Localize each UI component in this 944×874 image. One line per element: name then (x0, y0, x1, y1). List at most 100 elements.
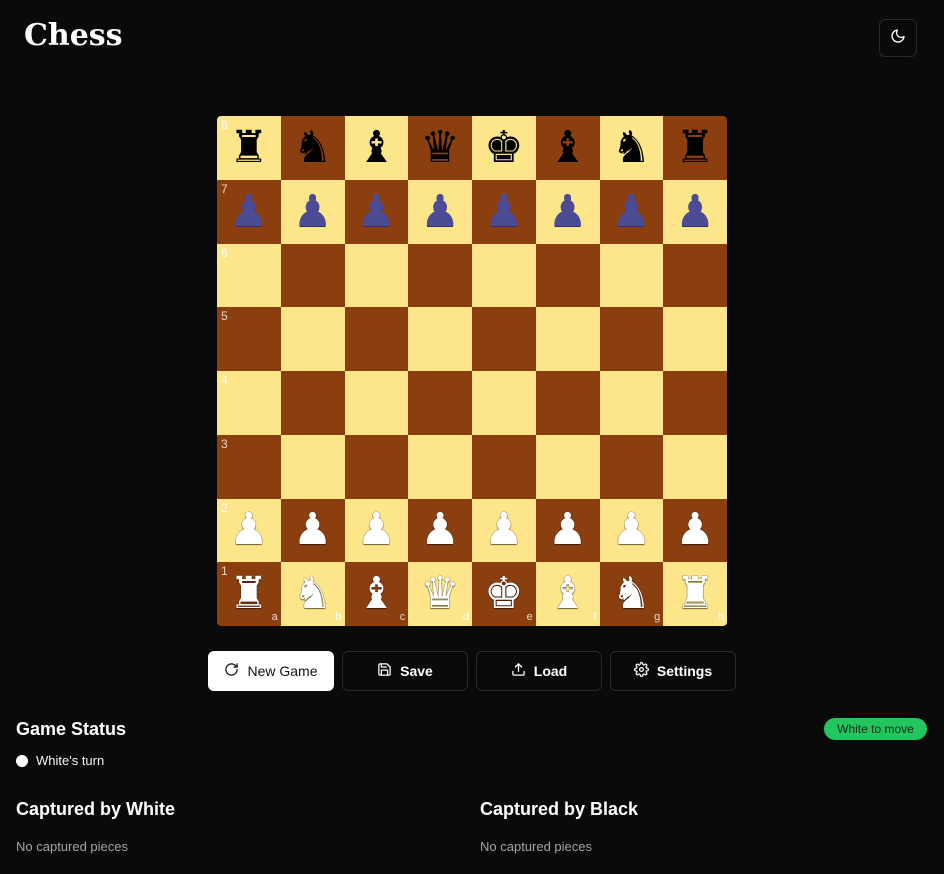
square-a3[interactable]: 3 (217, 434, 281, 499)
square-c4[interactable] (344, 371, 409, 435)
square-d8[interactable]: ♛ (408, 116, 472, 180)
square-h4[interactable] (663, 371, 727, 435)
white-bishop-icon[interactable]: ♝ (357, 572, 396, 616)
square-c3[interactable] (344, 434, 409, 499)
black-knight-icon[interactable]: ♞ (612, 125, 651, 170)
square-d6[interactable] (408, 243, 472, 308)
square-d5[interactable] (408, 307, 472, 371)
square-a1[interactable]: 1 a ♜ (217, 562, 281, 626)
black-pawn-icon[interactable]: ♟ (229, 189, 268, 234)
square-b2[interactable]: ♟ (280, 498, 345, 563)
square-e7[interactable]: ♟ (472, 179, 536, 244)
square-b1[interactable]: b ♞ (280, 562, 345, 626)
square-d4[interactable] (408, 371, 472, 435)
square-c5[interactable] (344, 307, 409, 371)
square-c1[interactable]: c ♝ (344, 562, 409, 626)
white-pawn-icon[interactable]: ♟ (357, 508, 396, 552)
square-d7[interactable]: ♟ (408, 179, 472, 244)
square-a4[interactable]: 4 (217, 371, 281, 435)
square-f5[interactable] (535, 307, 600, 371)
white-bishop-icon[interactable]: ♝ (548, 572, 587, 616)
black-pawn-icon[interactable]: ♟ (357, 189, 396, 234)
square-b5[interactable] (280, 307, 345, 371)
square-e4[interactable] (472, 371, 536, 435)
settings-button[interactable]: Settings (610, 651, 736, 691)
square-f4[interactable] (535, 371, 600, 435)
black-pawn-icon[interactable]: ♟ (293, 189, 332, 234)
black-pawn-icon[interactable]: ♟ (675, 189, 714, 234)
square-e2[interactable]: ♟ (472, 498, 536, 563)
black-queen-icon[interactable]: ♛ (420, 125, 459, 170)
square-c2[interactable]: ♟ (344, 498, 409, 563)
square-h3[interactable] (663, 434, 727, 499)
square-c6[interactable] (344, 243, 409, 308)
black-pawn-icon[interactable]: ♟ (484, 189, 523, 234)
black-rook-icon[interactable]: ♜ (229, 125, 268, 170)
square-h7[interactable]: ♟ (663, 179, 727, 244)
square-b8[interactable]: ♞ (280, 116, 345, 180)
square-e3[interactable] (472, 434, 536, 499)
square-g8[interactable]: ♞ (599, 116, 664, 180)
square-g7[interactable]: ♟ (599, 179, 664, 244)
black-pawn-icon[interactable]: ♟ (612, 189, 651, 234)
square-e6[interactable] (472, 243, 536, 308)
white-pawn-icon[interactable]: ♟ (293, 508, 332, 552)
square-g3[interactable] (599, 434, 664, 499)
square-e5[interactable] (472, 307, 536, 371)
square-f3[interactable] (535, 434, 600, 499)
square-g2[interactable]: ♟ (599, 498, 664, 563)
square-d3[interactable] (408, 434, 472, 499)
square-a6[interactable]: 6 (217, 243, 281, 308)
square-h1[interactable]: h ♜ (663, 562, 727, 626)
square-b6[interactable] (280, 243, 345, 308)
black-knight-icon[interactable]: ♞ (293, 125, 332, 170)
load-button[interactable]: Load (476, 651, 602, 691)
square-h2[interactable]: ♟ (663, 498, 727, 563)
square-e1[interactable]: e ♚ (472, 562, 536, 626)
white-knight-icon[interactable]: ♞ (293, 572, 332, 616)
square-f1[interactable]: f ♝ (535, 562, 600, 626)
square-a2[interactable]: 2 ♟ (217, 498, 281, 563)
white-rook-icon[interactable]: ♜ (229, 572, 268, 616)
square-b4[interactable] (280, 371, 345, 435)
white-pawn-icon[interactable]: ♟ (675, 508, 714, 552)
square-f8[interactable]: ♝ (535, 116, 600, 180)
square-d1[interactable]: d ♛ (408, 562, 472, 626)
black-pawn-icon[interactable]: ♟ (548, 189, 587, 234)
save-button[interactable]: Save (342, 651, 468, 691)
square-a5[interactable]: 5 (217, 307, 281, 371)
theme-toggle-button[interactable] (879, 19, 917, 57)
square-f6[interactable] (535, 243, 600, 308)
black-pawn-icon[interactable]: ♟ (420, 189, 459, 234)
white-king-icon[interactable]: ♚ (484, 572, 523, 616)
square-g1[interactable]: g ♞ (599, 562, 664, 626)
square-g5[interactable] (599, 307, 664, 371)
white-knight-icon[interactable]: ♞ (612, 572, 651, 616)
black-rook-icon[interactable]: ♜ (675, 125, 714, 170)
square-f2[interactable]: ♟ (535, 498, 600, 563)
square-b7[interactable]: ♟ (280, 179, 345, 244)
white-rook-icon[interactable]: ♜ (675, 572, 714, 616)
square-h8[interactable]: ♜ (663, 116, 727, 180)
black-bishop-icon[interactable]: ♝ (548, 125, 587, 170)
square-g4[interactable] (599, 371, 664, 435)
black-king-icon[interactable]: ♚ (484, 125, 523, 170)
white-pawn-icon[interactable]: ♟ (420, 508, 459, 552)
square-c8[interactable]: ♝ (344, 116, 409, 180)
white-pawn-icon[interactable]: ♟ (484, 508, 523, 552)
square-g6[interactable] (599, 243, 664, 308)
square-h5[interactable] (663, 307, 727, 371)
square-f7[interactable]: ♟ (535, 179, 600, 244)
square-c7[interactable]: ♟ (344, 179, 409, 244)
black-bishop-icon[interactable]: ♝ (357, 125, 396, 170)
square-b3[interactable] (280, 434, 345, 499)
white-pawn-icon[interactable]: ♟ (612, 508, 651, 552)
white-pawn-icon[interactable]: ♟ (229, 508, 268, 552)
white-pawn-icon[interactable]: ♟ (548, 508, 587, 552)
white-queen-icon[interactable]: ♛ (420, 572, 459, 616)
square-a7[interactable]: 7 ♟ (217, 179, 281, 244)
new-game-button[interactable]: New Game (208, 651, 334, 691)
square-a8[interactable]: 8 ♜ (217, 116, 281, 180)
square-h6[interactable] (663, 243, 727, 308)
square-e8[interactable]: ♚ (472, 116, 536, 180)
